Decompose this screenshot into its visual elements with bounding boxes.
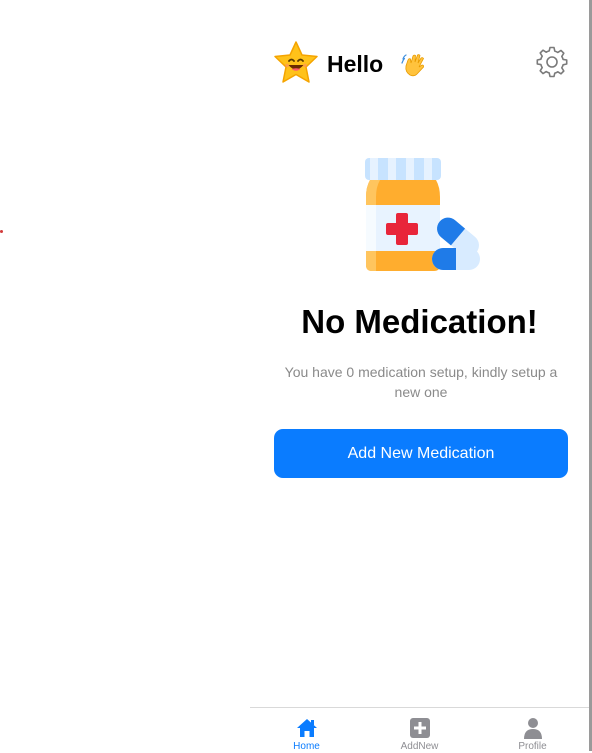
medicine-bottle-icon	[365, 158, 480, 271]
bottom-tab-bar: Home AddNew Profile	[250, 707, 589, 752]
greeting-text: Hello	[327, 51, 384, 77]
stray-dot	[0, 230, 3, 233]
header: Hello	[250, 0, 589, 120]
tab-home-label: Home	[293, 741, 320, 752]
tab-profile-label: Profile	[518, 741, 547, 752]
tab-addnew[interactable]: AddNew	[363, 708, 476, 752]
app-screen: Hello No Medication! You have 0 medicati…	[250, 0, 589, 752]
plus-square-icon	[410, 718, 430, 738]
add-new-medication-button[interactable]: Add New Medication	[274, 429, 568, 478]
waving-hand-icon	[401, 54, 424, 77]
smiling-star-icon	[274, 41, 318, 83]
settings-button[interactable]	[535, 45, 569, 79]
empty-state-subtitle: You have 0 medication setup, kindly setu…	[284, 364, 558, 400]
user-icon	[524, 718, 542, 739]
home-icon	[297, 719, 317, 737]
tab-profile[interactable]: Profile	[476, 708, 589, 752]
tab-home[interactable]: Home	[250, 708, 363, 752]
tab-addnew-label: AddNew	[400, 741, 439, 752]
empty-state-title: No Medication!	[301, 303, 538, 340]
